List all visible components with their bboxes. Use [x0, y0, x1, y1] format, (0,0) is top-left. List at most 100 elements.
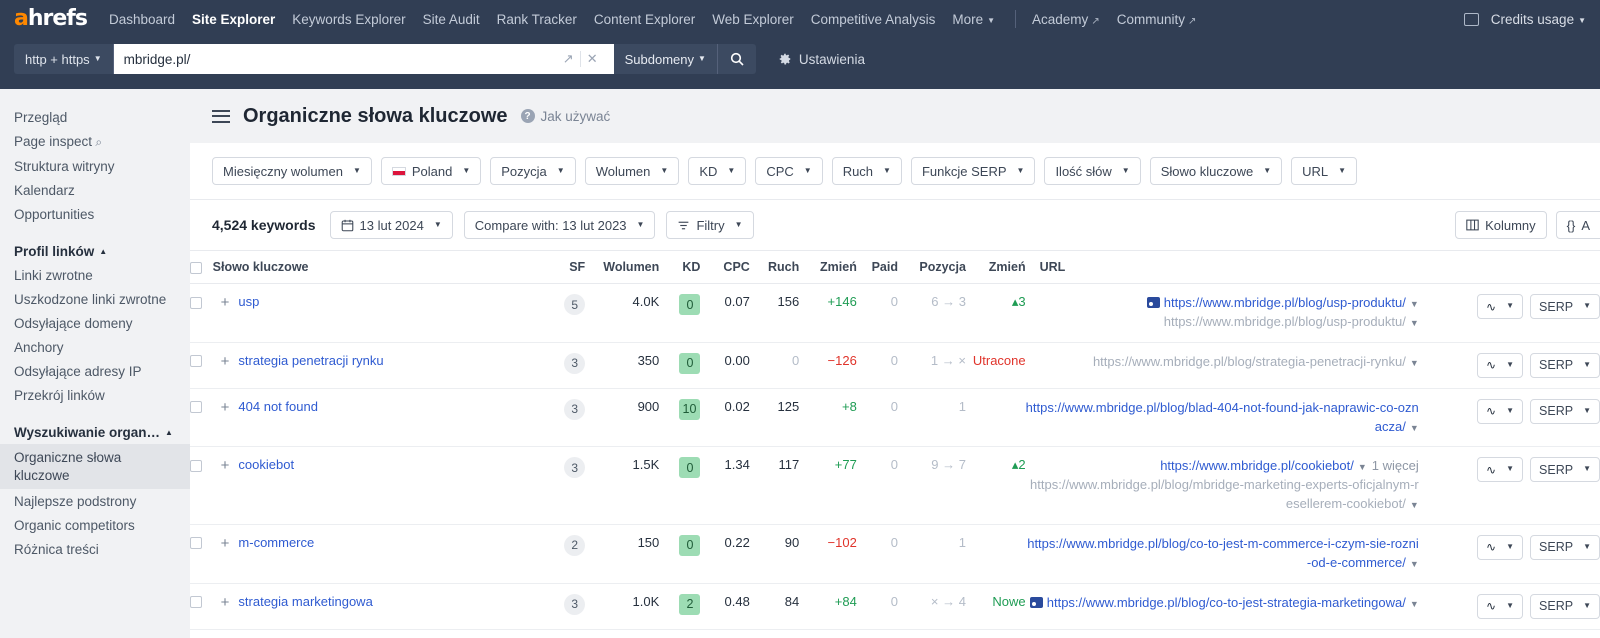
- nav-item-rank-tracker[interactable]: Rank Tracker: [497, 12, 577, 27]
- sidebar-group-wyszukiwanie-organ[interactable]: Wyszukiwanie organ… ▲: [0, 420, 190, 444]
- filter-wolumen[interactable]: Wolumen ▼: [584, 157, 680, 185]
- filter-cpc[interactable]: CPC ▼: [755, 157, 823, 185]
- sidebar-item-linki-zwrotne[interactable]: Linki zwrotne: [0, 263, 190, 287]
- url-more-link[interactable]: 1 więcej: [1372, 458, 1419, 473]
- sidebar-item-page-inspect[interactable]: Page inspect ⌕: [0, 129, 190, 154]
- select-all-checkbox[interactable]: [190, 261, 202, 274]
- col-sf[interactable]: SF: [541, 251, 586, 284]
- nav-item-site-audit[interactable]: Site Audit: [423, 12, 480, 27]
- expand-icon[interactable]: +: [213, 457, 239, 474]
- how-to-use-link[interactable]: ? Jak używać: [520, 109, 610, 124]
- serp-button[interactable]: SERP ▼: [1530, 534, 1600, 560]
- url-secondary-link[interactable]: https://www.mbridge.pl/blog/strategia-pe…: [1093, 354, 1406, 369]
- chevron-down-icon[interactable]: ▼: [1410, 299, 1419, 309]
- row-checkbox[interactable]: [190, 355, 202, 368]
- traffic-chart-button[interactable]: ∿ ▼: [1477, 593, 1524, 619]
- nav-link-community[interactable]: Community ↗: [1117, 12, 1197, 27]
- sidebar-item-kalendarz[interactable]: Kalendarz: [0, 178, 190, 202]
- chevron-down-icon[interactable]: ▼: [1358, 462, 1367, 472]
- col-volume[interactable]: Wolumen: [585, 251, 660, 284]
- api-button[interactable]: {} A: [1555, 211, 1600, 239]
- nav-item-content-explorer[interactable]: Content Explorer: [594, 12, 695, 27]
- traffic-chart-button[interactable]: ∿ ▼: [1477, 457, 1524, 483]
- clear-icon[interactable]: ✕: [581, 51, 604, 67]
- sidebar-item-organic-competitors[interactable]: Organic competitors: [0, 513, 190, 537]
- expand-icon[interactable]: +: [213, 294, 239, 311]
- chevron-down-icon[interactable]: ▼: [1410, 559, 1419, 569]
- keyword-link[interactable]: strategia marketingowa: [238, 594, 372, 609]
- row-checkbox[interactable]: [190, 596, 202, 609]
- url-link[interactable]: https://www.mbridge.pl/cookiebot/: [1160, 458, 1354, 473]
- sidebar-item-anchory[interactable]: Anchory: [0, 335, 190, 359]
- sidebar-item-najlepsze-podstrony[interactable]: Najlepsze podstrony: [0, 489, 190, 513]
- chevron-down-icon[interactable]: ▼: [1410, 500, 1419, 510]
- date-picker[interactable]: 13 lut 2024 ▼: [329, 211, 453, 239]
- col-cpc[interactable]: CPC: [700, 251, 750, 284]
- sidebar-item-odsyłające-adresy-ip[interactable]: Odsyłające adresy IP: [0, 359, 190, 383]
- traffic-chart-button[interactable]: ∿ ▼: [1477, 294, 1524, 319]
- filter-słowo-kluczowe[interactable]: Słowo kluczowe ▼: [1149, 157, 1283, 185]
- screen-icon[interactable]: [1463, 12, 1479, 26]
- nav-item-keywords-explorer[interactable]: Keywords Explorer: [292, 12, 405, 27]
- sidebar-item-opportunities[interactable]: Opportunities: [0, 202, 190, 226]
- sidebar-item-organiczne-słowa-kluczowe[interactable]: Organiczne słowa kluczowe: [0, 444, 190, 490]
- sidebar-item-struktura-witryny[interactable]: Struktura witryny: [0, 154, 190, 178]
- col-keyword[interactable]: Słowo kluczowe: [212, 251, 542, 284]
- nav-link-academy[interactable]: Academy ↗: [1032, 12, 1100, 27]
- sidebar-group-profil-linków[interactable]: Profil linków ▲: [0, 239, 190, 263]
- expand-icon[interactable]: +: [213, 399, 239, 416]
- keyword-link[interactable]: usp: [238, 294, 259, 309]
- expand-icon[interactable]: +: [213, 594, 239, 611]
- filter-kd[interactable]: KD ▼: [688, 157, 747, 185]
- serp-button[interactable]: SERP ▼: [1530, 593, 1600, 619]
- nav-item-competitive-analysis[interactable]: Competitive Analysis: [811, 12, 936, 27]
- chevron-down-icon[interactable]: ▼: [1410, 423, 1419, 433]
- credits-usage-menu[interactable]: Credits usage ▼: [1491, 12, 1586, 27]
- col-position[interactable]: Pozycja: [898, 251, 966, 284]
- row-checkbox[interactable]: [190, 401, 202, 414]
- col-paid[interactable]: Paid: [856, 251, 898, 284]
- col-position-change[interactable]: Zmień: [965, 251, 1026, 284]
- columns-button[interactable]: Kolumny: [1455, 211, 1547, 239]
- url-link[interactable]: https://www.mbridge.pl/blog/co-to-jest-s…: [1047, 595, 1406, 610]
- serp-button[interactable]: SERP ▼: [1530, 457, 1600, 483]
- ahrefs-logo[interactable]: ahrefs: [14, 8, 88, 30]
- col-kd[interactable]: KD: [659, 251, 701, 284]
- chevron-down-icon[interactable]: ▼: [1410, 358, 1419, 368]
- nav-item-web-explorer[interactable]: Web Explorer: [712, 12, 794, 27]
- url-secondary-link[interactable]: https://www.mbridge.pl/blog/mbridge-mark…: [1030, 477, 1419, 511]
- col-traffic[interactable]: Ruch: [749, 251, 800, 284]
- traffic-chart-button[interactable]: ∿ ▼: [1477, 534, 1524, 560]
- row-checkbox[interactable]: [190, 537, 202, 550]
- nav-item-more[interactable]: More ▼: [952, 12, 995, 27]
- menu-toggle-icon[interactable]: [212, 109, 230, 123]
- expand-icon[interactable]: +: [213, 535, 239, 552]
- row-checkbox[interactable]: [190, 296, 202, 309]
- sidebar-item-uszkodzone-linki-zwrotne[interactable]: Uszkodzone linki zwrotne: [0, 287, 190, 311]
- sidebar-item-przegląd[interactable]: Przegląd: [0, 105, 190, 129]
- col-traffic-change[interactable]: Zmień: [799, 251, 857, 284]
- scope-select[interactable]: Subdomeny ▼: [613, 44, 718, 74]
- sidebar-item-różnica-treści[interactable]: Różnica treści: [0, 537, 190, 561]
- settings-button[interactable]: Ustawienia: [778, 52, 865, 67]
- serp-button[interactable]: SERP ▼: [1530, 294, 1600, 319]
- search-button[interactable]: [717, 44, 756, 74]
- traffic-chart-button[interactable]: ∿ ▼: [1477, 398, 1524, 424]
- serp-button[interactable]: SERP ▼: [1530, 352, 1600, 378]
- url-secondary-link[interactable]: https://www.mbridge.pl/blog/usp-produktu…: [1164, 314, 1406, 329]
- target-url-input[interactable]: mbridge.pl/ ↗ ✕: [113, 44, 614, 74]
- compare-date-picker[interactable]: Compare with: 13 lut 2023 ▼: [463, 211, 656, 239]
- keyword-link[interactable]: m-commerce: [238, 535, 314, 550]
- filter-pozycja[interactable]: Pozycja ▼: [490, 157, 576, 185]
- keyword-link[interactable]: 404 not found: [238, 399, 318, 414]
- chevron-down-icon[interactable]: ▼: [1410, 318, 1419, 328]
- row-checkbox[interactable]: [190, 459, 202, 472]
- keyword-link[interactable]: strategia penetracji rynku: [238, 353, 383, 368]
- expand-icon[interactable]: +: [213, 353, 239, 370]
- filter-ruch[interactable]: Ruch ▼: [831, 157, 902, 185]
- filter-ilość-słów[interactable]: Ilość słów ▼: [1044, 157, 1141, 185]
- nav-item-site-explorer[interactable]: Site Explorer: [192, 12, 275, 27]
- col-url[interactable]: URL: [1025, 251, 1419, 284]
- url-link[interactable]: https://www.mbridge.pl/blog/co-to-jest-m…: [1027, 536, 1419, 570]
- traffic-chart-button[interactable]: ∿ ▼: [1477, 352, 1524, 378]
